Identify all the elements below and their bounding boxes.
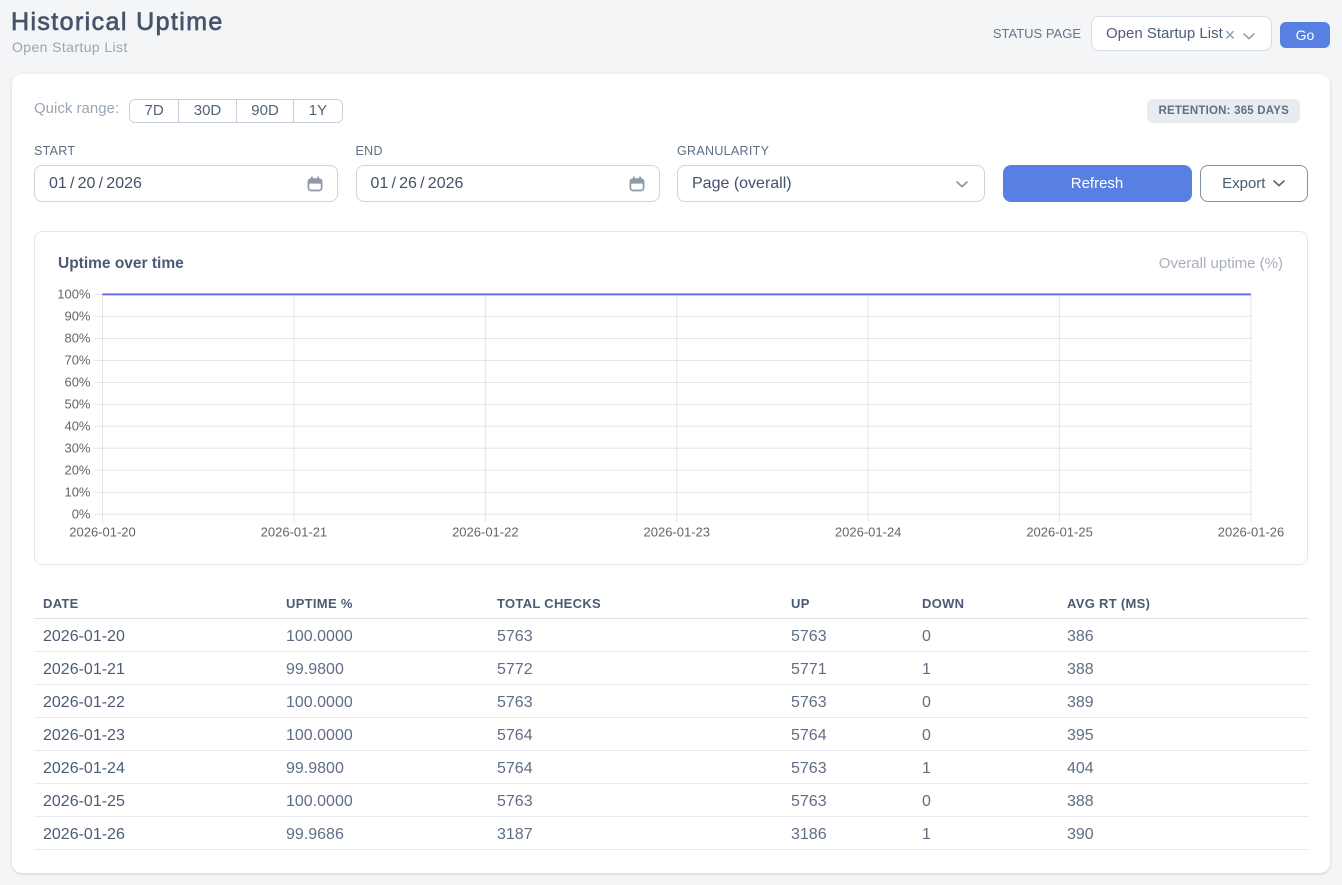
- svg-text:90%: 90%: [64, 309, 90, 324]
- svg-text:2026-01-26: 2026-01-26: [1218, 525, 1285, 540]
- svg-text:100%: 100%: [57, 287, 91, 302]
- svg-text:10%: 10%: [64, 484, 90, 499]
- svg-text:50%: 50%: [64, 397, 90, 412]
- svg-text:80%: 80%: [64, 331, 90, 346]
- svg-text:0%: 0%: [72, 506, 91, 521]
- svg-text:30%: 30%: [64, 440, 90, 455]
- svg-text:2026-01-24: 2026-01-24: [835, 525, 902, 540]
- svg-text:2026-01-25: 2026-01-25: [1026, 525, 1093, 540]
- svg-text:20%: 20%: [64, 462, 90, 477]
- svg-text:2026-01-22: 2026-01-22: [452, 525, 519, 540]
- svg-text:2026-01-23: 2026-01-23: [644, 525, 711, 540]
- svg-text:70%: 70%: [64, 353, 90, 368]
- svg-text:2026-01-20: 2026-01-20: [69, 525, 136, 540]
- svg-text:2026-01-21: 2026-01-21: [261, 525, 328, 540]
- svg-text:60%: 60%: [64, 375, 90, 390]
- svg-text:40%: 40%: [64, 418, 90, 433]
